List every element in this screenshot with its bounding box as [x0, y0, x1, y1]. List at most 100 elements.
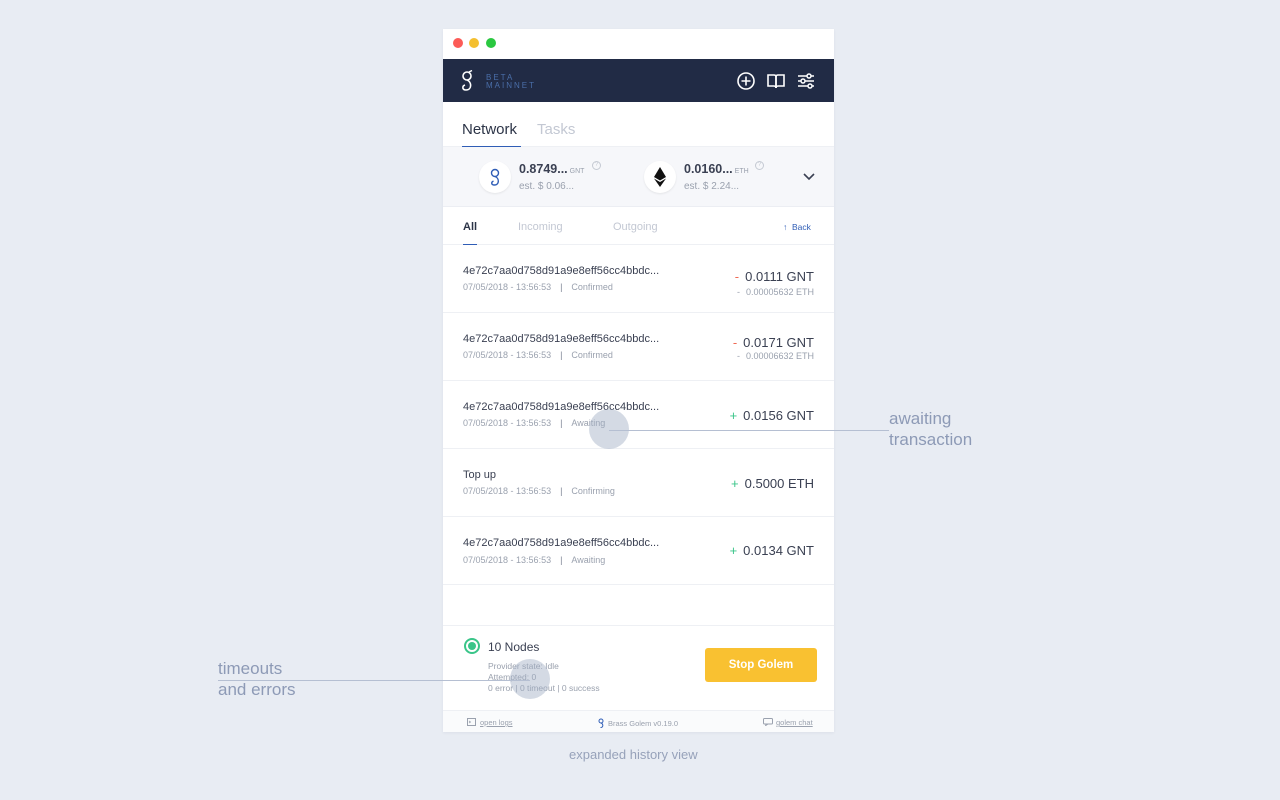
golem-logo-icon: [462, 70, 473, 91]
amount-sign: -: [734, 269, 740, 284]
filter-incoming[interactable]: Incoming: [518, 221, 563, 233]
touch-indicator: [510, 659, 550, 699]
transaction-status: Confirming: [571, 486, 615, 496]
transaction-title: 4e72c7aa0d758d91a9e8eff56cc4bbdc...: [463, 537, 660, 549]
eth-balance-value: 0.0160...: [684, 162, 733, 176]
transaction-meta: 07/05/2018 - 13:56:53 | Confirmed: [463, 350, 613, 360]
fee-sign: -: [736, 351, 740, 361]
brand-label: BETA MAINNET: [486, 74, 536, 90]
meta-separator: |: [560, 486, 563, 496]
fee-value: 0.00005632 ETH: [745, 287, 814, 297]
transaction-row[interactable]: Top up 07/05/2018 - 13:56:53 | Confirming …: [443, 449, 834, 517]
gnt-icon: [490, 168, 500, 186]
nodes-count: 10 Nodes: [488, 640, 540, 654]
transaction-date: 07/05/2018 - 13:56:53: [463, 282, 552, 292]
figure-caption: expanded history view: [569, 747, 698, 762]
open-logs-label: open logs: [480, 718, 513, 727]
tab-network[interactable]: Network: [462, 121, 517, 138]
transaction-row[interactable]: 4e72c7aa0d758d91a9e8eff56cc4bbdc... 07/0…: [443, 517, 834, 585]
transaction-fee: -0.00005632 ETH: [737, 287, 814, 297]
transaction-row[interactable]: 4e72c7aa0d758d91a9e8eff56cc4bbdc... 07/0…: [443, 381, 834, 449]
ethereum-icon: [654, 167, 666, 187]
transaction-amount: +0.5000 ETH: [731, 476, 814, 491]
eth-unit: ETH: [734, 168, 749, 175]
app-window: BETA MAINNET Network Tasks 0.8749... GNT…: [443, 29, 834, 732]
transaction-status: Confirmed: [571, 282, 613, 292]
transaction-list: 4e72c7aa0d758d91a9e8eff56cc4bbdc... 07/0…: [443, 245, 834, 585]
book-icon[interactable]: [766, 71, 786, 91]
transaction-meta: 07/05/2018 - 13:56:53 | Awaiting: [463, 418, 605, 428]
transaction-status: Confirmed: [571, 350, 613, 360]
transaction-amount: +0.0156 GNT: [730, 408, 814, 423]
history-filters: All Incoming Outgoing ↑ Back: [443, 207, 834, 245]
back-button[interactable]: ↑ Back: [783, 222, 811, 232]
close-window-button[interactable]: [453, 38, 463, 48]
annotation-awaiting-line1: awaiting: [889, 409, 952, 428]
eth-help-icon[interactable]: ?: [755, 161, 764, 170]
transaction-date: 07/05/2018 - 13:56:53: [463, 486, 552, 496]
golem-small-icon: [598, 718, 604, 728]
plus-circle-icon[interactable]: [736, 71, 756, 91]
minimize-window-button[interactable]: [469, 38, 479, 48]
meta-separator: |: [560, 555, 563, 565]
transaction-fee: -0.00006632 ETH: [737, 351, 814, 361]
eth-estimate: est. $ 2.24...: [684, 181, 740, 192]
node-status-panel: 10 Nodes Provider state: Idle Attempted:…: [443, 625, 834, 710]
annotation-timeouts-line2: and errors: [218, 680, 296, 699]
transaction-meta: 07/05/2018 - 13:56:53 | Confirming: [463, 486, 615, 496]
filter-all[interactable]: All: [463, 221, 477, 233]
meta-separator: |: [560, 282, 563, 292]
bottom-bar: open logs Brass Golem v0.19.0 golem chat: [443, 710, 834, 732]
transaction-title: 4e72c7aa0d758d91a9e8eff56cc4bbdc...: [463, 265, 660, 277]
amount-value: 0.0111 GNT: [745, 269, 814, 284]
annotation-awaiting-line2: transaction: [889, 430, 973, 449]
version-info: Brass Golem v0.19.0: [598, 718, 678, 728]
amount-sign: +: [729, 408, 738, 423]
meta-separator: |: [560, 418, 563, 428]
annotation-timeouts: timeouts and errors: [218, 658, 295, 700]
chevron-down-icon[interactable]: [802, 172, 816, 182]
annotation-awaiting: awaiting transaction: [889, 408, 972, 450]
wallet-summary: 0.8749... GNT ? est. $ 0.06... 0.0160... E…: [443, 147, 834, 207]
filter-outgoing[interactable]: Outgoing: [613, 221, 658, 233]
annotation-pointer-awaiting: [609, 430, 889, 431]
fee-sign: -: [736, 287, 740, 297]
back-label: Back: [791, 222, 811, 232]
amount-sign: -: [732, 335, 738, 350]
gnt-help-icon[interactable]: ?: [592, 161, 601, 170]
main-tabs: Network Tasks: [443, 102, 834, 148]
transaction-title: 4e72c7aa0d758d91a9e8eff56cc4bbdc...: [463, 333, 660, 345]
amount-value: 0.0134 GNT: [743, 543, 814, 558]
gnt-balance-value: 0.8749...: [519, 162, 568, 176]
amount-value: 0.0171 GNT: [743, 335, 814, 350]
sliders-icon[interactable]: [796, 71, 816, 91]
transaction-meta: 07/05/2018 - 13:56:53 | Confirmed: [463, 282, 613, 292]
open-logs-link[interactable]: open logs: [467, 718, 513, 727]
meta-separator: |: [560, 350, 563, 360]
app-header: BETA MAINNET: [443, 59, 834, 102]
gnt-balance: 0.8749... GNT: [519, 162, 584, 176]
amount-sign: +: [731, 476, 739, 491]
transaction-date: 07/05/2018 - 13:56:53: [463, 350, 552, 360]
transaction-date: 07/05/2018 - 13:56:53: [463, 555, 552, 565]
amount-value: 0.0156 GNT: [743, 408, 814, 423]
stop-golem-button[interactable]: Stop Golem: [705, 648, 817, 682]
gnt-coin-badge: [479, 161, 511, 193]
brand-mainnet: MAINNET: [486, 81, 536, 90]
title-bar: [443, 29, 834, 59]
maximize-window-button[interactable]: [486, 38, 496, 48]
arrow-up-icon: ↑: [783, 222, 788, 232]
transaction-row[interactable]: 4e72c7aa0d758d91a9e8eff56cc4bbdc... 07/0…: [443, 313, 834, 381]
eth-balance: 0.0160... ETH: [684, 162, 749, 176]
transaction-amount: -0.0111 GNT: [735, 269, 814, 284]
gnt-estimate: est. $ 0.06...: [519, 181, 575, 192]
golem-chat-link[interactable]: golem chat: [763, 718, 813, 727]
transaction-title: Top up: [463, 469, 497, 481]
eth-coin-badge: [644, 161, 676, 193]
amount-sign: +: [729, 543, 738, 558]
golem-chat-label: golem chat: [776, 718, 813, 727]
transaction-status: Awaiting: [571, 555, 606, 565]
tab-tasks[interactable]: Tasks: [537, 121, 575, 138]
transaction-row[interactable]: 4e72c7aa0d758d91a9e8eff56cc4bbdc... 07/0…: [443, 245, 834, 313]
fee-value: 0.00006632 ETH: [745, 351, 814, 361]
